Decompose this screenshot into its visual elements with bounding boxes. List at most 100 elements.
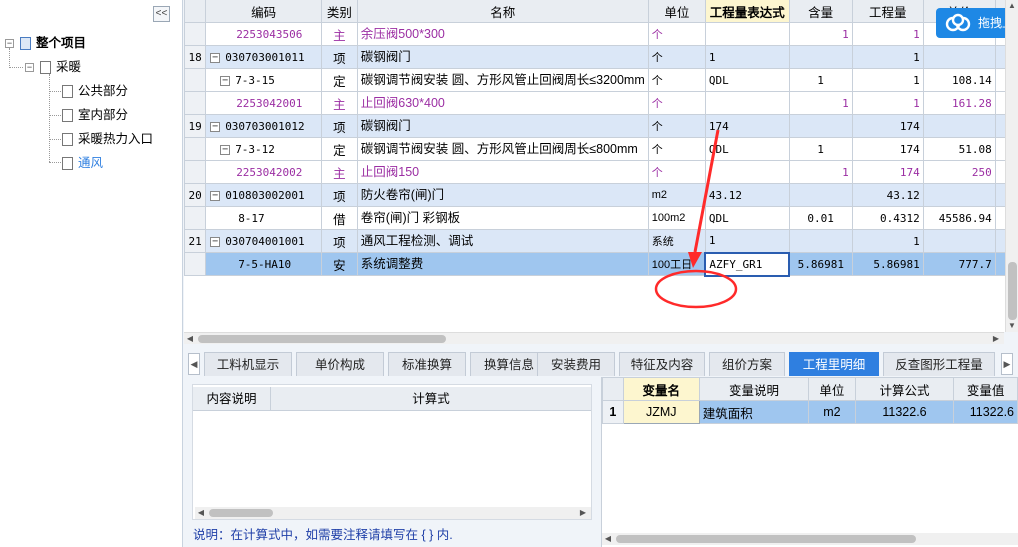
content-cell[interactable] (788, 183, 853, 207)
collapse-row-icon[interactable]: − (210, 190, 221, 201)
main-material-row[interactable]: 2253042002 主止回阀150 个 1 174 250 (184, 160, 1018, 184)
tab-scroll-left-icon[interactable]: ◀ (188, 353, 200, 375)
tab-scroll-right-icon[interactable]: ▶ (1001, 353, 1013, 375)
name-cell[interactable]: 碳钢调节阀安装 圆、方形风管止回阀周长≤800mm (356, 137, 649, 161)
column-header-var-name[interactable]: 变量名 (622, 377, 700, 401)
code-cell[interactable]: −030703001012 (205, 114, 322, 138)
unit-cell[interactable]: 系统 (647, 229, 706, 253)
unit-price-cell[interactable] (922, 114, 996, 138)
tab-quantity-details[interactable]: 工程里明细 (789, 352, 879, 376)
variable-formula-cell[interactable]: 11322.6 (854, 400, 955, 424)
column-header-var-desc[interactable]: 变量说明 (698, 377, 810, 401)
quantity-expression-cell[interactable]: 1 (704, 229, 790, 253)
scroll-left-icon[interactable]: ◀ (184, 333, 196, 345)
scroll-left-icon[interactable]: ◀ (602, 533, 614, 545)
quantity-expression-cell[interactable]: QDL (704, 68, 790, 92)
grid-horizontal-scrollbar[interactable]: ◀ ▶ (184, 332, 1004, 344)
quantity-expression-cell[interactable]: 43.12 (704, 183, 790, 207)
name-cell[interactable]: 碳钢调节阀安装 圆、方形风管止回阀周长≤3200mm (356, 68, 649, 92)
unit-cell[interactable]: 个 (647, 45, 706, 69)
variable-name-cell[interactable]: JZMJ (622, 400, 700, 424)
code-cell[interactable]: −010803002001 (205, 183, 322, 207)
unit-cell[interactable]: 个 (647, 137, 706, 161)
bill-item-row[interactable]: 20−010803002001 项防火卷帘(闸)门 m2 43.12 43.12 (184, 183, 1018, 207)
type-cell[interactable]: 安 (320, 252, 358, 276)
column-header-code[interactable]: 编码 (205, 0, 322, 23)
collapse-row-icon[interactable]: − (210, 52, 221, 63)
collapse-row-icon[interactable]: − (220, 75, 231, 86)
content-cell[interactable]: 1 (788, 137, 853, 161)
scroll-up-icon[interactable]: ▲ (1006, 0, 1018, 12)
tab-features-content[interactable]: 特征及内容 (619, 352, 705, 376)
column-header-quantity[interactable]: 工程量 (851, 0, 924, 23)
quantity-cell[interactable]: 43.12 (851, 183, 924, 207)
quantity-expression-cell[interactable]: QDL (704, 137, 790, 161)
tree-node-heating[interactable]: − 采暖 (25, 57, 81, 77)
column-header-name[interactable]: 名称 (356, 0, 649, 23)
code-cell[interactable]: −030703001011 (205, 45, 322, 69)
variables-horizontal-scrollbar[interactable]: ◀ (602, 533, 1018, 545)
unit-cell[interactable]: 个 (647, 114, 706, 138)
name-cell[interactable]: 通风工程检测、调试 (356, 229, 649, 253)
grid-vertical-scrollbar[interactable]: ▲ ▼ (1005, 0, 1018, 332)
type-cell[interactable]: 项 (320, 114, 358, 138)
collapse-row-icon[interactable]: − (220, 144, 231, 155)
column-header-formula[interactable]: 计算式 (271, 387, 591, 411)
quota-row[interactable]: −7-3-12 定碳钢调节阀安装 圆、方形风管止回阀周长≤800mm 个 QDL 1 17… (184, 137, 1018, 161)
tab-standard-conversion[interactable]: 标准换算 (388, 352, 466, 376)
quantity-expression-cell[interactable]: AZFY_GR1 (704, 251, 791, 277)
content-cell[interactable] (788, 45, 853, 69)
scroll-left-icon[interactable]: ◀ (195, 507, 207, 519)
content-cell[interactable] (788, 114, 853, 138)
column-header-description[interactable]: 内容说明 (193, 387, 271, 411)
bill-item-row[interactable]: 18−030703001011 项碳钢阀门个 1 1 (184, 45, 1018, 69)
collapse-panel-button[interactable]: << (153, 6, 170, 22)
quantity-expression-cell[interactable] (704, 22, 790, 46)
unit-cell[interactable]: 100m2 (647, 206, 706, 230)
content-cell[interactable] (788, 229, 853, 253)
type-cell[interactable]: 项 (320, 183, 358, 207)
content-cell[interactable]: 5.86981 (788, 252, 853, 276)
unit-price-cell[interactable]: 250 (922, 160, 996, 184)
unit-cell[interactable]: 个 (647, 22, 706, 46)
unit-price-cell[interactable]: 45586.94 (922, 206, 996, 230)
quantity-expression-cell[interactable] (704, 160, 790, 184)
tab-unit-price-composition[interactable]: 单价构成 (296, 352, 384, 376)
tree-node-indoor[interactable]: 室内部分 (62, 105, 128, 125)
selected-quota-row[interactable]: 7-5-HA10 安系统调整费 100工日 AZFY_GR1 5.86981 5.8698… (184, 251, 1018, 277)
tree-node-ventilation[interactable]: 通风 (62, 153, 103, 173)
scroll-thumb[interactable] (616, 535, 916, 543)
bill-item-row[interactable]: 21−030704001001 项通风工程检测、调试 系统 1 1 (184, 229, 1018, 253)
name-cell[interactable]: 系统调整费 (356, 252, 649, 276)
content-cell[interactable]: 0.01 (788, 206, 853, 230)
name-cell[interactable]: 防火卷帘(闸)门 (356, 183, 649, 207)
quantity-expression-cell[interactable] (704, 91, 790, 115)
type-cell[interactable]: 定 (320, 68, 358, 92)
code-cell[interactable]: 2253042001 (205, 91, 322, 115)
type-cell[interactable]: 项 (320, 229, 358, 253)
calc-horizontal-scrollbar[interactable]: ◀ ▶ (195, 507, 591, 519)
name-cell[interactable]: 余压阀500*300 (356, 22, 649, 46)
column-header-var-unit[interactable]: 单位 (808, 377, 856, 401)
unit-price-cell[interactable]: 108.14 (922, 68, 996, 92)
unit-cell[interactable]: 个 (647, 91, 706, 115)
quantity-cell[interactable]: 1 (851, 22, 924, 46)
quantity-cell[interactable]: 1 (851, 68, 924, 92)
scroll-thumb[interactable] (1008, 262, 1017, 320)
quota-row[interactable]: 8-17 借卷帘(闸)门 彩钢板 100m2 QDL 0.01 0.4312 45586.9… (184, 206, 1018, 230)
type-cell[interactable]: 主 (320, 22, 358, 46)
code-cell[interactable]: −030704001001 (205, 229, 322, 253)
name-cell[interactable]: 止回阀630*400 (356, 91, 649, 115)
column-header-var-formula[interactable]: 计算公式 (854, 377, 955, 401)
tree-node-heat-entrance[interactable]: 采暖热力入口 (62, 129, 153, 149)
name-cell[interactable]: 卷帘(闸)门 彩钢板 (356, 206, 649, 230)
tab-pricing-scheme[interactable]: 组价方案 (709, 352, 785, 376)
quantity-expression-cell[interactable]: QDL (704, 206, 790, 230)
tree-node-public[interactable]: 公共部分 (62, 81, 128, 101)
code-cell[interactable]: −7-3-12 (205, 137, 322, 161)
scroll-thumb[interactable] (198, 335, 446, 343)
quota-row[interactable]: −7-3-15 定碳钢调节阀安装 圆、方形风管止回阀周长≤3200mm 个 QDL 1 1… (184, 68, 1018, 92)
quantity-cell[interactable]: 1 (851, 229, 924, 253)
content-cell[interactable]: 1 (788, 22, 853, 46)
unit-price-cell[interactable]: 51.08 (922, 137, 996, 161)
